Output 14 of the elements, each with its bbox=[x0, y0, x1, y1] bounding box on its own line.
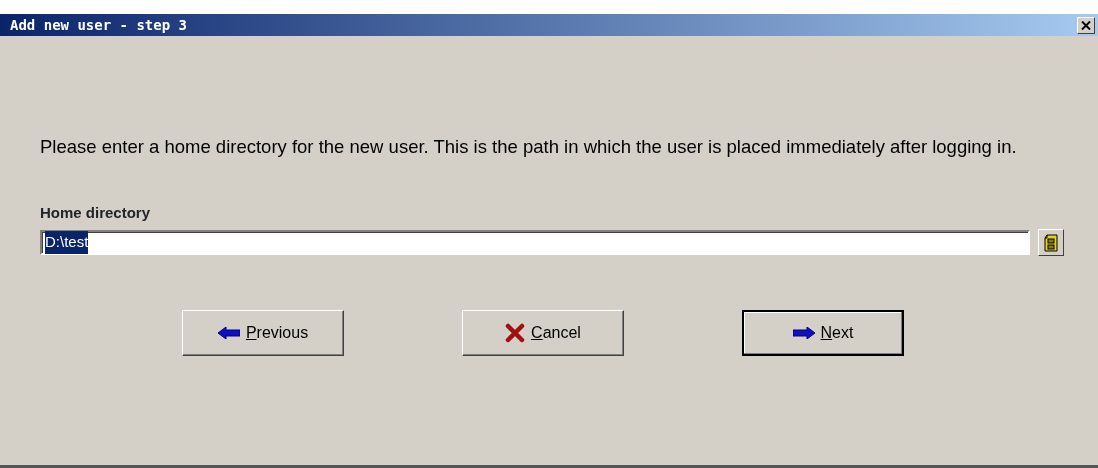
next-button[interactable]: Next bbox=[742, 310, 904, 356]
input-field[interactable]: D:\test bbox=[40, 230, 1030, 255]
browse-button[interactable] bbox=[1038, 229, 1064, 256]
close-button[interactable] bbox=[1077, 16, 1095, 34]
cross-icon bbox=[505, 323, 526, 343]
cabinet-icon bbox=[1043, 233, 1059, 252]
previous-button[interactable]: Previous bbox=[182, 310, 344, 356]
window-title: Add new user - step 3 bbox=[10, 15, 187, 35]
right-arrow-icon bbox=[792, 327, 815, 339]
instruction-text: Please enter a home directory for the new user. This is the path in which the user is placed immediately after logging in. bbox=[40, 135, 1018, 159]
field-label: Home directory bbox=[40, 203, 151, 223]
left-arrow-icon bbox=[217, 327, 240, 339]
close-icon bbox=[1081, 20, 1091, 30]
cancel-button[interactable]: Cancel bbox=[462, 310, 624, 356]
